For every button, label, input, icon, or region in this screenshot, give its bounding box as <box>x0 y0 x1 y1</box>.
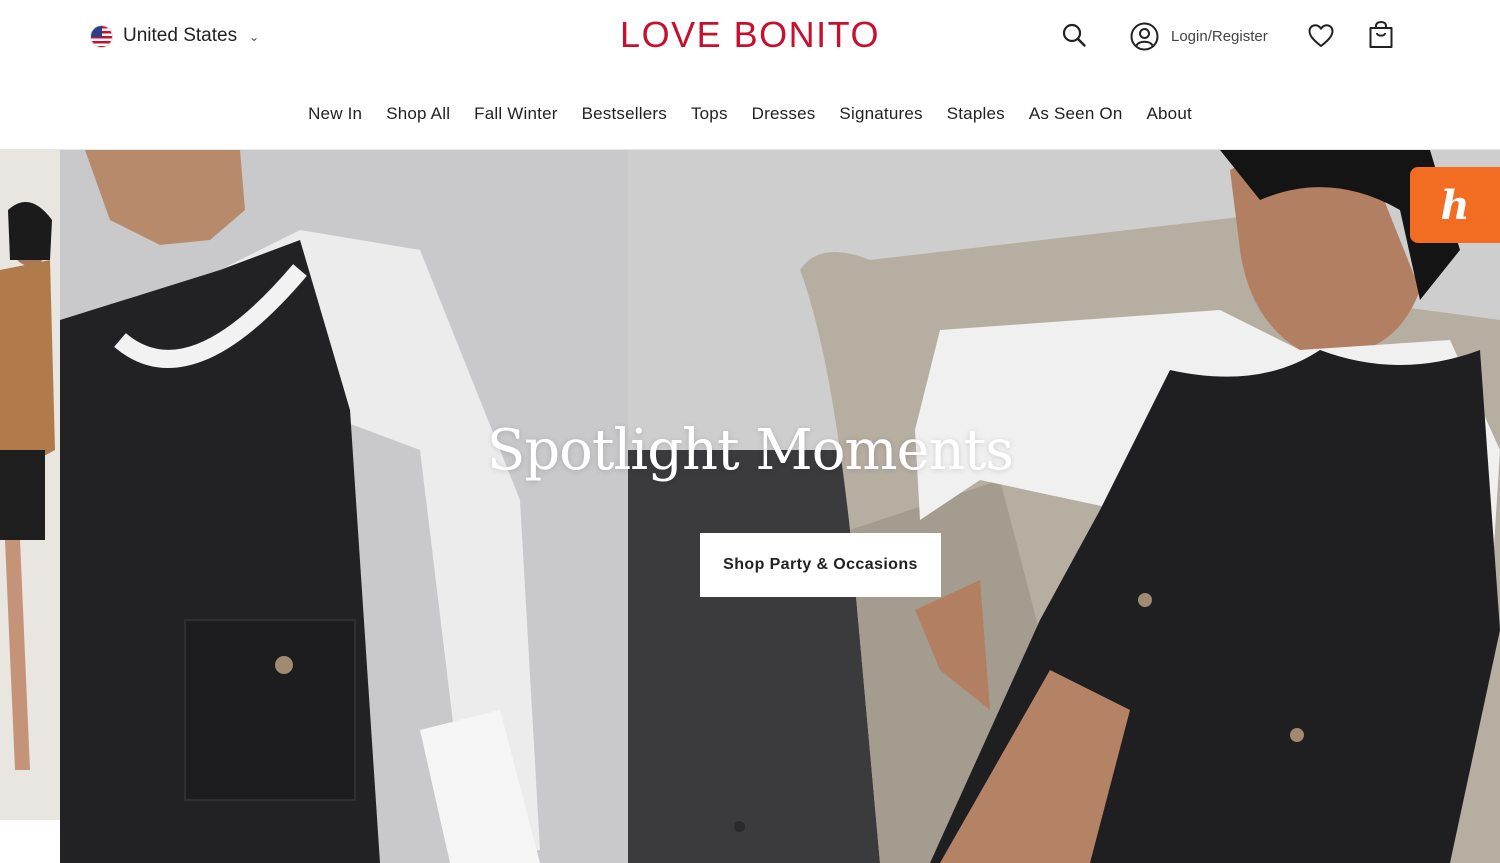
region-label: United States <box>123 25 238 46</box>
nav-item-as-seen-on[interactable]: As Seen On <box>1029 96 1123 132</box>
honey-icon: h <box>1440 181 1470 229</box>
carousel-dot-3[interactable] <box>754 821 765 832</box>
nav-item-staples[interactable]: Staples <box>947 96 1005 132</box>
honey-extension-button[interactable]: h <box>1410 167 1500 243</box>
nav-item-bestsellers[interactable]: Bestsellers <box>582 96 667 132</box>
shop-party-occasions-button[interactable]: Shop Party & Occasions <box>700 533 941 597</box>
hero-title: Spotlight Moments <box>486 418 1014 483</box>
carousel-dot-2[interactable] <box>734 821 745 832</box>
nav-item-shop-all[interactable]: Shop All <box>386 96 450 132</box>
carousel-dots <box>714 821 785 832</box>
search-button[interactable] <box>1061 22 1087 48</box>
hero-image <box>0 150 1500 863</box>
heart-icon <box>1308 24 1334 47</box>
wishlist-button[interactable] <box>1307 22 1335 50</box>
chevron-down-icon: ⌄ <box>249 30 260 44</box>
region-selector[interactable]: United States ⌄ <box>90 22 259 50</box>
carousel-dot-4[interactable] <box>774 821 785 832</box>
user-circle-icon <box>1130 22 1159 50</box>
us-flag-icon <box>90 24 113 48</box>
carousel-dot-1[interactable] <box>714 821 725 832</box>
account-button[interactable]: Login/Register <box>1130 21 1268 51</box>
cart-button[interactable] <box>1368 20 1394 50</box>
nav-item-signatures[interactable]: Signatures <box>839 96 922 132</box>
nav-item-dresses[interactable]: Dresses <box>752 96 816 132</box>
nav-item-fall-winter[interactable]: Fall Winter <box>474 96 557 132</box>
login-register-link: Login/Register <box>1171 27 1268 45</box>
main-nav: New In Shop All Fall Winter Bestsellers … <box>0 96 1500 132</box>
nav-item-about[interactable]: About <box>1146 96 1191 132</box>
nav-item-new-in[interactable]: New In <box>308 96 362 132</box>
search-icon <box>1062 23 1086 47</box>
brand-logo[interactable]: LOVE BONITO <box>620 14 880 55</box>
nav-item-tops[interactable]: Tops <box>691 96 728 132</box>
site-header: United States ⌄ LOVE BONITO Login/Regist… <box>0 0 1500 72</box>
hero-banner[interactable]: Spotlight Moments Shop Party & Occasions <box>0 150 1500 863</box>
shopping-bag-icon <box>1369 20 1393 48</box>
